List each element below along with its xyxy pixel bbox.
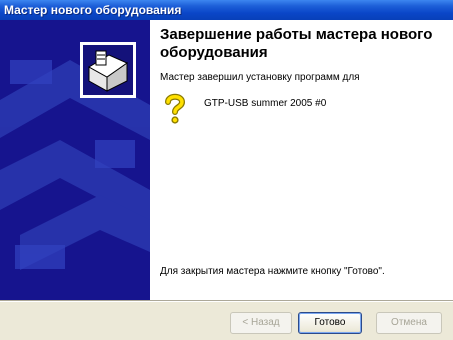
window-title: Мастер нового оборудования	[4, 3, 182, 17]
back-button[interactable]: < Назад	[230, 312, 292, 334]
finish-hint: Для закрытия мастера нажмите кнопку "Гот…	[160, 266, 385, 277]
page-title: Завершение работы мастера нового оборудо…	[160, 26, 433, 61]
hardware-wizard-icon	[80, 42, 136, 98]
finish-button[interactable]: Готово	[298, 312, 362, 334]
wizard-side-panel	[0, 20, 150, 300]
window-title-bar: Мастер нового оборудования	[0, 0, 453, 20]
intro-text: Мастер завершил установку программ для	[160, 72, 360, 83]
device-name: GTP-USB summer 2005 #0	[204, 98, 327, 109]
button-bar: < Назад Готово Отмена	[0, 300, 453, 340]
separator	[0, 300, 453, 302]
hardware-wizard-window: Мастер нового оборудования Завершение ра…	[0, 0, 453, 340]
wizard-content-panel: Завершение работы мастера нового оборудо…	[150, 20, 453, 300]
question-mark-icon	[160, 92, 190, 126]
cancel-button[interactable]: Отмена	[376, 312, 442, 334]
